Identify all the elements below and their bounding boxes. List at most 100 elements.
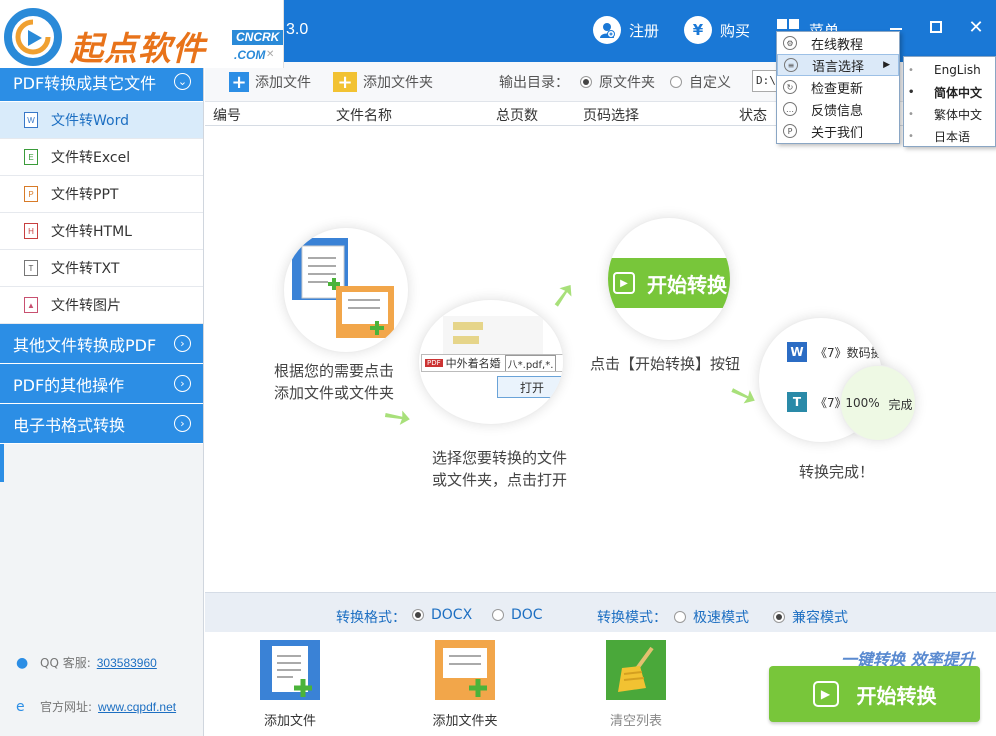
logo: 起点软件 CNCRK .COM ✕ (0, 0, 284, 68)
output-custom-radio[interactable]: 自定义 (670, 72, 731, 92)
register-button[interactable]: 注册 (593, 14, 659, 46)
close-button[interactable]: ✕ (962, 14, 990, 40)
add-folder-big-icon (435, 640, 495, 700)
main-menu-dropdown: ⚙ 在线教程 ≡ 语言选择 ▶ ↻ 检查更新 … 反馈信息 P 关于我们 (776, 31, 900, 144)
sidebar-item-label: 文件转TXT (51, 261, 120, 277)
language-option-english[interactable]: EngLish (904, 59, 995, 81)
col-total-pages: 总页数 (496, 108, 538, 124)
minimize-icon (890, 28, 902, 30)
category-label: 电子书格式转换 (13, 415, 126, 435)
radio-label: 极速模式 (693, 610, 749, 626)
category-other-to-pdf[interactable]: 其他文件转换成PDF › (0, 324, 203, 364)
demo-filename: 中外着名婚 (445, 357, 501, 370)
qq-number-link[interactable]: 303583960 (97, 656, 157, 670)
add-file-big-icon (260, 640, 320, 700)
chevron-down-icon: ⌄ (174, 73, 191, 90)
version-label: 3.0 (286, 21, 309, 38)
menu-item-about[interactable]: P 关于我们 (777, 120, 899, 142)
sidebar-item-txt[interactable]: T 文件转TXT (0, 250, 203, 287)
maximize-button[interactable] (922, 14, 950, 40)
output-original-radio[interactable]: 原文件夹 (580, 72, 655, 92)
menu-item-label: 关于我们 (811, 125, 864, 141)
mode-compat-radio[interactable]: 兼容模式 (773, 607, 848, 627)
language-submenu: EngLish 简体中文 繁体中文 日本语 (903, 56, 996, 147)
logo-badge: CNCRK (232, 30, 284, 45)
bottom-add-folder-button[interactable]: 添加文件夹 (420, 640, 510, 729)
mode-label-text: 转换模式： (597, 610, 667, 626)
buy-button[interactable]: ¥ 购买 (684, 14, 750, 46)
language-option-traditional[interactable]: 繁体中文 (904, 103, 995, 125)
menu-item-feedback[interactable]: … 反馈信息 (777, 98, 899, 120)
format-bar: 转换格式： DOCX DOC 转换模式： 极速模式 兼容模式 (205, 592, 996, 632)
pdf-icon: PDF (425, 359, 443, 367)
menu-item-label: 反馈信息 (811, 103, 864, 119)
sidebar-accent-strip (0, 444, 4, 482)
txt-icon: T (787, 392, 807, 412)
language-option-simplified[interactable]: 简体中文 (904, 81, 995, 103)
menu-item-label: 语言选择 (812, 59, 865, 75)
demo-start-button: ▶ 开始转换 (608, 258, 730, 308)
col-status: 状态 (739, 108, 767, 124)
logo-text: 起点软件 (70, 29, 206, 68)
bottom-add-file-button[interactable]: 添加文件 (245, 640, 335, 729)
add-folder-icon: + (333, 72, 357, 93)
site-url-link[interactable]: www.cqpdf.net (98, 700, 176, 714)
step1-line1: 根据您的需要点击 (274, 362, 395, 380)
qq-icon: ● (16, 654, 29, 671)
category-label: PDF的其他操作 (13, 375, 125, 395)
output-label-text: 输出目录： (499, 75, 569, 91)
arrow-up-right-icon: ➚ (545, 272, 581, 318)
action-label: 清空列表 (609, 714, 662, 729)
sidebar-item-ppt[interactable]: P 文件转PPT (0, 176, 203, 213)
format-doc-radio[interactable]: DOC (492, 607, 543, 623)
add-folder-button[interactable]: + 添加文件夹 (333, 72, 433, 93)
close-icon: ✕ (968, 16, 984, 38)
demo-done: 完成 (888, 398, 913, 412)
menu-item-label: 在线教程 (811, 37, 864, 53)
sidebar: PDF转换成其它文件 ⌄ W 文件转Word E 文件转Excel P 文件转P… (0, 62, 204, 736)
category-ebook-convert[interactable]: 电子书格式转换 › (0, 404, 203, 444)
category-label: PDF转换成其它文件 (13, 73, 157, 93)
format-label: 转换格式： (336, 607, 406, 627)
menu-item-language[interactable]: ≡ 语言选择 ▶ (777, 54, 899, 76)
menu-item-check-update[interactable]: ↻ 检查更新 (777, 76, 899, 98)
col-number: 编号 (213, 108, 241, 124)
sidebar-item-html[interactable]: H 文件转HTML (0, 213, 203, 250)
radio-selected-icon (773, 611, 785, 623)
radio-selected-icon (580, 76, 592, 88)
qq-label: QQ 客服: (40, 656, 91, 670)
maximize-icon (930, 21, 942, 33)
sidebar-item-excel[interactable]: E 文件转Excel (0, 139, 203, 176)
demo-doc1: 《7》数码摄 (815, 345, 883, 360)
radio-label: DOCX (431, 607, 473, 623)
radio-label: 原文件夹 (599, 75, 655, 91)
qq-support: ● QQ 客服: 303583960 (16, 654, 157, 671)
progress-readout: 100% 完成 (841, 396, 915, 413)
format-label-text: 转换格式： (336, 610, 406, 626)
category-pdf-other-ops[interactable]: PDF的其他操作 › (0, 364, 203, 404)
step4-text: 转换完成！ (799, 463, 875, 481)
sidebar-item-label: 文件转HTML (51, 224, 132, 240)
image-file-icon: ▲ (24, 297, 38, 313)
buy-label: 购买 (720, 21, 751, 40)
sidebar-item-image[interactable]: ▲ 文件转图片 (0, 287, 203, 324)
sidebar-item-label: 文件转Word (51, 113, 129, 129)
user-icon (593, 16, 621, 44)
format-docx-radio[interactable]: DOCX (412, 607, 472, 623)
progress-bubble: 100% 完成 (840, 365, 916, 441)
language-option-japanese[interactable]: 日本语 (904, 125, 995, 147)
chevron-right-icon: › (174, 415, 191, 432)
step2-illustration: PDF 中外着名婚 八*.pdf,*. 打开 (418, 299, 564, 425)
add-files-illustration-icon (292, 238, 394, 338)
menu-item-online-tutorial[interactable]: ⚙ 在线教程 (777, 32, 899, 54)
output-dir-label: 输出目录： (499, 72, 569, 92)
start-convert-button[interactable]: ▶ 开始转换 (769, 666, 980, 722)
action-label: 添加文件夹 (432, 714, 498, 729)
add-file-button[interactable]: + 添加文件 (229, 72, 311, 93)
mode-fast-radio[interactable]: 极速模式 (674, 607, 749, 627)
clear-list-button[interactable]: 清空列表 (591, 640, 681, 729)
sidebar-item-word[interactable]: W 文件转Word (0, 102, 203, 139)
gear-icon: ⚙ (783, 36, 797, 50)
radio-label: 自定义 (689, 75, 731, 91)
word-file-icon: W (24, 112, 38, 128)
